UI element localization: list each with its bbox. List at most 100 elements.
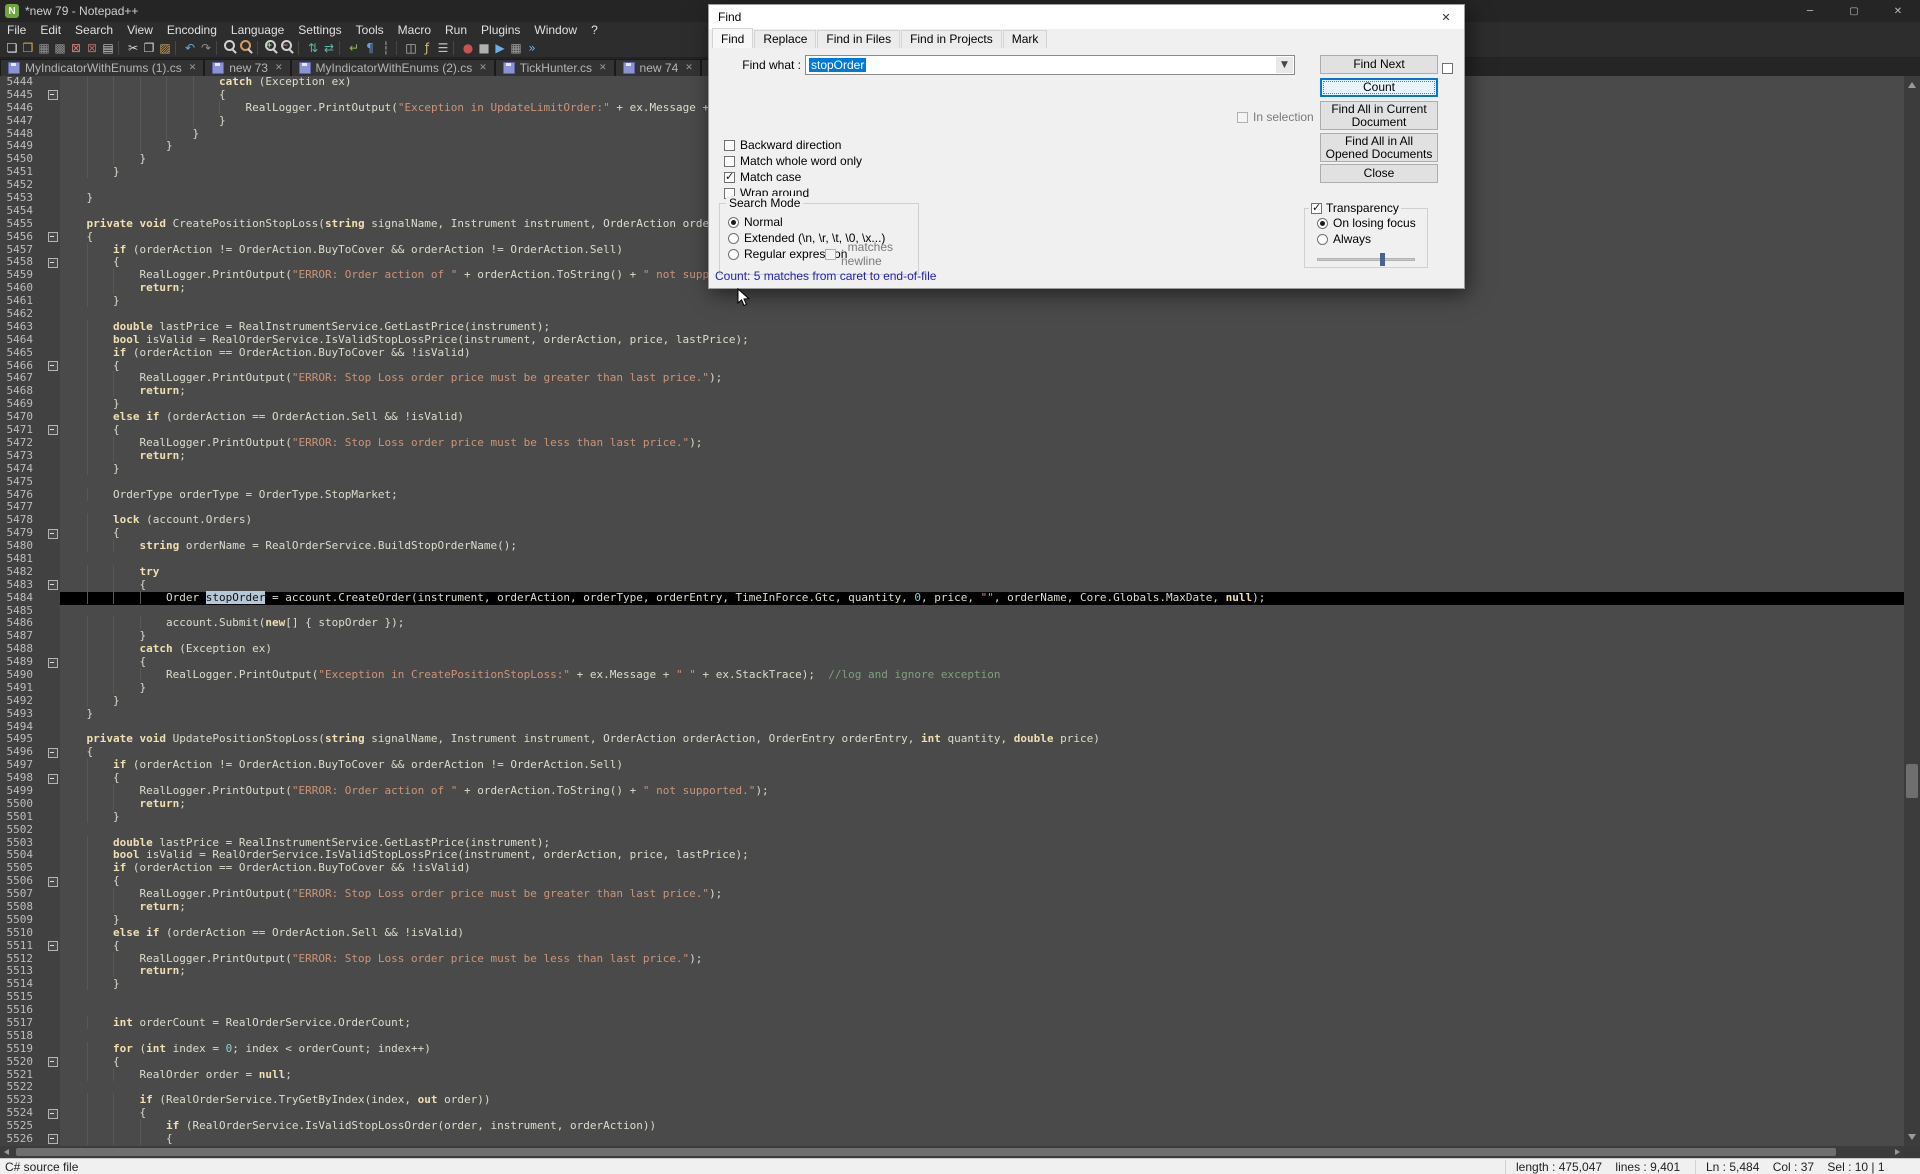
fold-margin[interactable] [46,1004,60,1017]
save-icon[interactable]: ▦ [36,39,52,57]
bookmark-margin[interactable] [38,566,46,579]
code-line-5468[interactable]: 5468 return; [0,385,1904,398]
cut-icon[interactable]: ✂ [125,39,141,57]
code-line-5477[interactable]: 5477 [0,501,1904,514]
bookmark-margin[interactable] [38,321,46,334]
fold-margin[interactable] [46,733,60,746]
code-line-5483[interactable]: 5483 { [0,579,1904,592]
fold-collapse-icon[interactable] [48,580,58,590]
code-line-5472[interactable]: 5472 RealLogger.PrintOutput("ERROR: Stop… [0,437,1904,450]
fold-margin[interactable] [46,166,60,179]
fold-margin[interactable] [46,205,60,218]
undo-icon[interactable]: ↶ [182,39,198,57]
menu-[interactable]: ? [584,22,605,38]
bookmark-margin[interactable] [38,630,46,643]
code-line-5518[interactable]: 5518 [0,1030,1904,1043]
menu-search[interactable]: Search [68,22,120,38]
paste-icon[interactable]: ▨ [157,39,173,57]
fold-margin[interactable] [46,115,60,128]
bookmark-margin[interactable] [38,334,46,347]
normal-option[interactable]: Normal [728,214,885,230]
bookmark-margin[interactable] [38,411,46,424]
menu-encoding[interactable]: Encoding [160,22,224,38]
code-line-5500[interactable]: 5500 return; [0,798,1904,811]
show-all-characters-icon[interactable]: ¶ [362,39,378,57]
code-line-5515[interactable]: 5515 [0,991,1904,1004]
maximize-button[interactable]: ▢ [1832,0,1876,22]
fold-margin[interactable] [46,179,60,192]
bookmark-margin[interactable] [38,605,46,618]
bookmark-margin[interactable] [38,140,46,153]
fold-margin[interactable] [46,1120,60,1133]
count-button[interactable]: Count [1320,78,1438,97]
run-macro-multiple-icon[interactable]: » [524,39,540,57]
code-line-5474[interactable]: 5474 } [0,463,1904,476]
fold-margin[interactable] [46,501,60,514]
bookmark-margin[interactable] [38,746,46,759]
fold-margin[interactable] [46,643,60,656]
always-radio[interactable] [1317,234,1328,245]
bookmark-margin[interactable] [38,553,46,566]
tab-myindicatorwithenums-1-cs[interactable]: MyIndicatorWithEnums (1).cs✕ [0,59,204,76]
fold-margin[interactable] [46,153,60,166]
close-all-icon[interactable]: ⊠ [84,39,100,57]
fold-margin[interactable] [46,940,60,953]
document-list-icon[interactable]: ☰ [435,39,451,57]
code-line-5488[interactable]: 5488 catch (Exception ex) [0,643,1904,656]
bookmark-margin[interactable] [38,256,46,269]
bookmark-margin[interactable] [38,115,46,128]
bookmark-margin[interactable] [38,927,46,940]
fold-margin[interactable] [46,295,60,308]
bookmark-margin[interactable] [38,89,46,102]
fold-collapse-icon[interactable] [48,90,58,100]
fold-collapse-icon[interactable] [48,425,58,435]
fold-margin[interactable] [46,721,60,734]
bookmark-margin[interactable] [38,514,46,527]
fold-margin[interactable] [46,695,60,708]
tab-close-icon[interactable]: ✕ [189,63,197,73]
bookmark-margin[interactable] [38,76,46,89]
fold-margin[interactable] [46,450,60,463]
fold-margin[interactable] [46,553,60,566]
function-list-icon[interactable]: ƒ [419,39,435,57]
fold-margin[interactable] [46,682,60,695]
bookmark-margin[interactable] [38,669,46,682]
fold-margin[interactable] [46,708,60,721]
bookmark-margin[interactable] [38,733,46,746]
in-selection-checkbox[interactable] [1237,112,1248,123]
code-line-5476[interactable]: 5476 OrderType orderType = OrderType.Sto… [0,489,1904,502]
fold-margin[interactable] [46,1081,60,1094]
fold-margin[interactable] [46,128,60,141]
bookmark-margin[interactable] [38,953,46,966]
horizontal-scrollbar[interactable] [0,1146,1904,1158]
code-line-5467[interactable]: 5467 RealLogger.PrintOutput("ERROR: Stop… [0,372,1904,385]
fold-margin[interactable] [46,269,60,282]
bookmark-margin[interactable] [38,385,46,398]
code-line-5491[interactable]: 5491 } [0,682,1904,695]
redo-icon[interactable]: ↷ [198,39,214,57]
normal-radio[interactable] [728,217,739,228]
find-dialog-title-bar[interactable]: Find ✕ [709,5,1464,29]
fold-margin[interactable] [46,231,60,244]
minimize-button[interactable]: ─ [1788,0,1832,22]
bookmark-margin[interactable] [38,862,46,875]
record-macro-icon[interactable]: ● [460,39,476,57]
code-line-5513[interactable]: 5513 return; [0,965,1904,978]
bookmark-margin[interactable] [38,682,46,695]
menu-edit[interactable]: Edit [33,22,68,38]
fold-margin[interactable] [46,579,60,592]
menu-tools[interactable]: Tools [349,22,391,38]
fold-margin[interactable] [46,360,60,373]
find-dialog-close-icon[interactable]: ✕ [1428,5,1464,29]
fold-margin[interactable] [46,746,60,759]
matches-newline-option[interactable]: . matches newline [825,246,918,262]
code-line-5495[interactable]: 5495 private void UpdatePositionStopLoss… [0,733,1904,746]
fold-margin[interactable] [46,256,60,269]
bookmark-margin[interactable] [38,231,46,244]
bookmark-margin[interactable] [38,179,46,192]
bookmark-margin[interactable] [38,1017,46,1030]
backward-direction-checkbox[interactable] [724,140,735,151]
fold-margin[interactable] [46,914,60,927]
bookmark-margin[interactable] [38,965,46,978]
match-whole-word-only-option[interactable]: Match whole word only [724,153,862,169]
